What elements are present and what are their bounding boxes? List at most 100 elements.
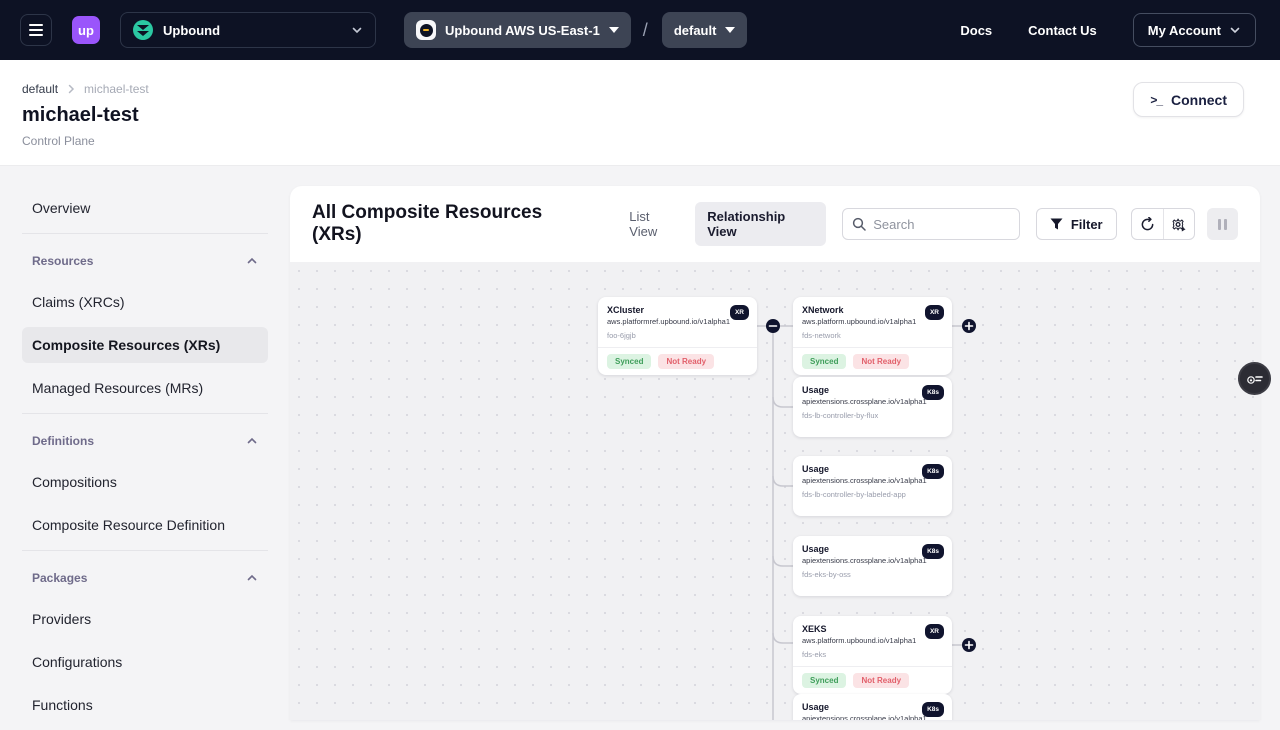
status-badge-synced: Synced	[802, 673, 846, 688]
section-label: Definitions	[32, 434, 94, 448]
node-api-version: aws.platform.upbound.io/v1alpha1	[802, 636, 943, 645]
sidebar-item-managed-resources-mrs[interactable]: Managed Resources (MRs)	[22, 370, 268, 406]
connect-button[interactable]: >_ Connect	[1133, 82, 1244, 117]
sidebar-item-composite-resources-xrs[interactable]: Composite Resources (XRs)	[22, 327, 268, 363]
graph-node-fds-eks-by-oss[interactable]: Usageapiextensions.crossplane.io/v1alpha…	[793, 536, 952, 596]
node-kind-badge: K8s	[922, 385, 944, 400]
tab-relationship-view[interactable]: Relationship View	[695, 202, 826, 246]
node-status-row: SyncedNot Ready	[793, 666, 952, 694]
hamburger-menu-icon[interactable]	[20, 14, 52, 46]
controlplane-icon	[416, 20, 436, 40]
graph-node-fds-eks[interactable]: XEKS aws.platform.upbound.io/v1alpha1 fds-…	[793, 616, 952, 694]
graph-node-fds-lb-controller-by-labeled-app[interactable]: Usageapiextensions.crossplane.io/v1alpha…	[793, 456, 952, 516]
breadcrumb-parent[interactable]: default	[22, 82, 58, 96]
section-label: Resources	[32, 254, 93, 268]
search-icon	[852, 217, 866, 231]
group-selector[interactable]: default	[662, 12, 748, 48]
view-toggle: List View Relationship View	[617, 202, 826, 246]
connect-label: Connect	[1171, 92, 1227, 108]
section-label: Packages	[32, 571, 87, 585]
caret-down-icon	[609, 27, 619, 33]
node-kind-badge: XR	[925, 305, 944, 320]
pause-button[interactable]	[1207, 208, 1238, 240]
controlplane-selector[interactable]: Upbound AWS US-East-1	[404, 12, 631, 48]
controlplane-name: Upbound AWS US-East-1	[445, 23, 600, 38]
sidebar-section-resources[interactable]: Resources	[22, 246, 268, 276]
filter-label: Filter	[1071, 217, 1103, 232]
node-kind-badge: K8s	[922, 702, 944, 717]
search-box[interactable]	[842, 208, 1020, 240]
page-title: michael-test	[22, 104, 1256, 127]
chevron-down-icon	[351, 24, 363, 36]
node-api-version: aws.platform.upbound.io/v1alpha1	[802, 317, 943, 326]
graph-node-fds-network[interactable]: XNetwork aws.platform.upbound.io/v1alpha1…	[793, 297, 952, 375]
filter-funnel-icon	[1050, 218, 1063, 230]
breadcrumb-chevron-icon	[66, 84, 76, 94]
run-settings-button[interactable]	[1163, 209, 1194, 239]
node-resource-name: fds-lb-controller-by-labeled-app	[802, 490, 943, 499]
filter-button[interactable]: Filter	[1036, 208, 1117, 240]
panel-toolbar: All Composite Resources (XRs) List View …	[290, 186, 1260, 262]
graph-node-usage[interactable]: Usageapiextensions.crossplane.io/v1alpha…	[793, 694, 952, 720]
expand-connector-icon	[962, 319, 976, 333]
upbound-logo[interactable]: up	[72, 16, 100, 44]
page-subtitle: Control Plane	[22, 134, 1256, 148]
sidebar-item-providers[interactable]: Providers	[22, 601, 268, 637]
graph-action-buttons	[1131, 208, 1195, 240]
group-name: default	[674, 23, 717, 38]
relationship-graph-canvas[interactable]: XClusteraws.platformref.upbound.io/v1alp…	[290, 262, 1260, 720]
node-api-version: apiextensions.crossplane.io/v1alpha1	[802, 476, 943, 485]
node-status-row: SyncedNot Ready	[598, 347, 757, 375]
graph-node-foo-6jgjb[interactable]: XClusteraws.platformref.upbound.io/v1alp…	[598, 297, 757, 375]
refresh-button[interactable]	[1132, 209, 1163, 239]
legend-icon	[1247, 372, 1263, 386]
sidebar-section-definitions[interactable]: Definitions	[22, 426, 268, 456]
sidebar-divider	[22, 233, 268, 234]
status-badge-not-ready: Not Ready	[853, 354, 909, 369]
chevron-up-icon	[246, 255, 258, 267]
node-api-version: apiextensions.crossplane.io/v1alpha1	[802, 714, 943, 720]
node-title: XEKS	[802, 624, 943, 634]
sidebar-section-packages[interactable]: Packages	[22, 563, 268, 593]
sidebar-item-configurations[interactable]: Configurations	[22, 644, 268, 680]
sidebar-item-compositions[interactable]: Compositions	[22, 464, 268, 500]
breadcrumb-current: michael-test	[84, 82, 149, 96]
graph-legend-button[interactable]	[1238, 362, 1271, 395]
tab-list-view[interactable]: List View	[617, 202, 691, 246]
search-input[interactable]	[873, 217, 1003, 232]
node-kind-badge: K8s	[922, 544, 944, 559]
refresh-icon	[1140, 217, 1155, 232]
graph-node-fds-lb-controller-by-flux[interactable]: Usageapiextensions.crossplane.io/v1alpha…	[793, 377, 952, 437]
sidebar-item-overview[interactable]: Overview	[22, 190, 268, 226]
organization-avatar-icon	[133, 20, 153, 40]
node-title: XCluster	[607, 305, 748, 315]
sidebar-item-composite-resource-definition[interactable]: Composite Resource Definition	[22, 507, 268, 543]
sidebar-divider	[22, 413, 268, 414]
node-kind-badge: XR	[730, 305, 749, 320]
status-badge-synced: Synced	[802, 354, 846, 369]
docs-link[interactable]: Docs	[960, 23, 992, 38]
node-api-version: apiextensions.crossplane.io/v1alpha1	[802, 556, 943, 565]
my-account-button[interactable]: My Account	[1133, 13, 1256, 47]
node-resource-name: fds-network	[802, 331, 943, 340]
graph-edges	[290, 262, 1260, 720]
composite-resources-panel: All Composite Resources (XRs) List View …	[290, 186, 1260, 720]
sidebar-item-functions[interactable]: Functions	[22, 687, 268, 723]
node-resource-name: foo-6jgjb	[607, 331, 748, 340]
page-header: default michael-test michael-test Contro…	[0, 60, 1280, 166]
status-badge-synced: Synced	[607, 354, 651, 369]
node-kind-badge: K8s	[922, 464, 944, 479]
organization-selector[interactable]: Upbound	[120, 12, 376, 48]
node-resource-name: fds-eks	[802, 650, 943, 659]
top-navigation-bar: up Upbound Upbound AWS US-East-1 / defau…	[0, 0, 1280, 60]
node-resource-name: fds-lb-controller-by-flux	[802, 411, 943, 420]
gear-play-icon	[1171, 217, 1187, 232]
panel-title: All Composite Resources (XRs)	[312, 202, 589, 246]
my-account-label: My Account	[1148, 23, 1221, 38]
node-title: XNetwork	[802, 305, 943, 315]
chevron-down-icon	[1229, 24, 1241, 36]
node-api-version: apiextensions.crossplane.io/v1alpha1	[802, 397, 943, 406]
sidebar-item-claims-xrcs[interactable]: Claims (XRCs)	[22, 284, 268, 320]
breadcrumb: default michael-test	[22, 82, 1256, 96]
contact-us-link[interactable]: Contact Us	[1028, 23, 1097, 38]
